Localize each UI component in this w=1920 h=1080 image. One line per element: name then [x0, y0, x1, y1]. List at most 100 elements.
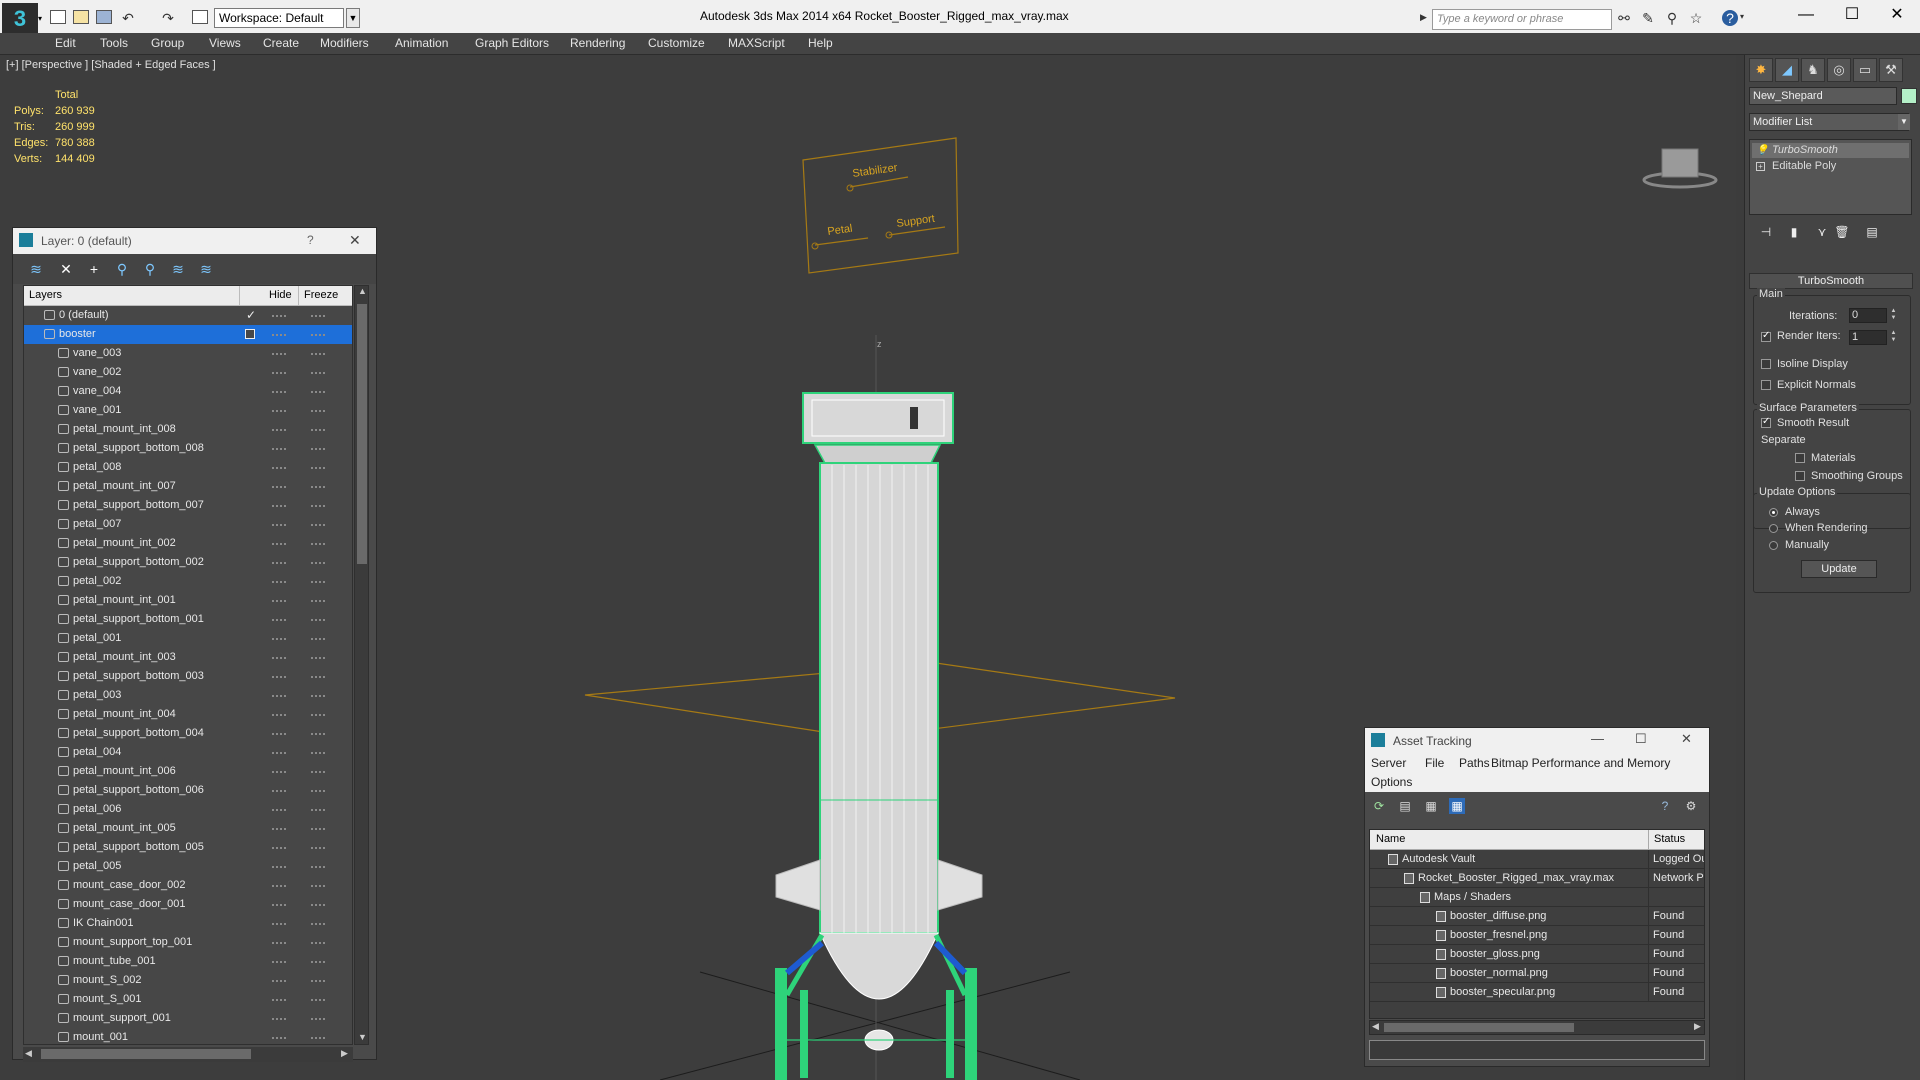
asset-help-icon[interactable]: ?	[1657, 798, 1673, 814]
display-tab-icon[interactable]: ▭	[1853, 58, 1877, 82]
scroll-right-icon[interactable]: ▶	[1694, 1021, 1701, 1032]
hide-toggle[interactable]	[272, 923, 286, 925]
asset-menu-server[interactable]: Server	[1371, 756, 1406, 770]
app-menu-arrow-icon[interactable]: ▾	[38, 14, 42, 23]
asset-scroll-thumb[interactable]	[1384, 1023, 1574, 1032]
object-color-swatch[interactable]	[1901, 88, 1917, 104]
hide-toggle[interactable]	[272, 448, 286, 450]
asset-row[interactable]: booster_normal.png Found	[1370, 964, 1704, 983]
scroll-down-icon[interactable]: ▼	[358, 1032, 367, 1042]
layer-hscroll-thumb[interactable]	[41, 1049, 251, 1059]
layer-row[interactable]: petal_007	[24, 515, 352, 534]
pin-stack-icon[interactable]: ⊣	[1755, 223, 1777, 241]
table-view-icon[interactable]: ▦	[1449, 798, 1465, 814]
remove-modifier-icon[interactable]: 🗑	[1831, 223, 1853, 241]
freeze-toggle[interactable]	[311, 752, 325, 754]
save-file-icon[interactable]	[96, 10, 112, 24]
hide-toggle[interactable]	[272, 524, 286, 526]
layer-row[interactable]: petal_mount_int_001	[24, 591, 352, 610]
layer-row[interactable]: petal_mount_int_008	[24, 420, 352, 439]
hide-toggle[interactable]	[272, 676, 286, 678]
column-hide[interactable]: Hide	[269, 289, 292, 301]
menu-graph-editors[interactable]: Graph Editors	[475, 36, 549, 50]
freeze-toggle[interactable]	[311, 619, 325, 621]
delete-layer-icon[interactable]: ✕	[57, 260, 75, 278]
scroll-right-icon[interactable]: ▶	[341, 1048, 348, 1059]
freeze-toggle[interactable]	[311, 809, 325, 811]
help-dropdown-icon[interactable]: ▾	[1740, 12, 1744, 21]
menu-help[interactable]: Help	[808, 36, 833, 50]
layer-row[interactable]: petal_mount_int_002	[24, 534, 352, 553]
hide-toggle[interactable]	[272, 391, 286, 393]
freeze-all-layers-icon[interactable]: ≋	[197, 260, 215, 278]
freeze-toggle[interactable]	[311, 562, 325, 564]
freeze-toggle[interactable]	[311, 676, 325, 678]
minimize-button[interactable]: —	[1783, 0, 1829, 32]
freeze-toggle[interactable]	[311, 980, 325, 982]
search-input[interactable]: Type a keyword or phrase	[1432, 9, 1612, 30]
materials-checkbox[interactable]	[1795, 453, 1805, 463]
layer-row[interactable]: petal_mount_int_004	[24, 705, 352, 724]
hide-toggle[interactable]	[272, 999, 286, 1001]
freeze-toggle[interactable]	[311, 733, 325, 735]
freeze-toggle[interactable]	[311, 353, 325, 355]
freeze-toggle[interactable]	[311, 600, 325, 602]
hide-toggle[interactable]	[272, 790, 286, 792]
column-name[interactable]: Name	[1376, 833, 1405, 845]
layer-dialog-titlebar[interactable]: Layer: 0 (default) ? ✕	[13, 228, 376, 254]
menu-edit[interactable]: Edit	[55, 36, 76, 50]
column-freeze[interactable]: Freeze	[304, 289, 338, 301]
create-tab-icon[interactable]: ✸	[1749, 58, 1773, 82]
layer-row[interactable]: mount_S_001	[24, 990, 352, 1009]
project-folder-icon[interactable]	[192, 10, 208, 24]
hide-toggle[interactable]	[272, 410, 286, 412]
freeze-toggle[interactable]	[311, 771, 325, 773]
freeze-toggle[interactable]	[311, 372, 325, 374]
layer-list[interactable]: Layers Hide Freeze 0 (default) ✓ booster va…	[23, 285, 353, 1045]
layer-row[interactable]: petal_support_bottom_001	[24, 610, 352, 629]
asset-row[interactable]: Rocket_Booster_Rigged_max_vray.max Networ…	[1370, 869, 1704, 888]
modifier-list-dropdown[interactable]: Modifier List ▼	[1749, 113, 1910, 131]
layer-row[interactable]: vane_001	[24, 401, 352, 420]
update-button[interactable]: Update	[1801, 560, 1877, 578]
layer-row[interactable]: vane_002	[24, 363, 352, 382]
layer-scroll-thumb[interactable]	[357, 304, 367, 564]
maximize-button[interactable]: ☐	[1829, 0, 1875, 32]
freeze-toggle[interactable]	[311, 486, 325, 488]
hide-toggle[interactable]	[272, 695, 286, 697]
spinner-arrows-icon[interactable]: ▲ ▼	[1889, 330, 1898, 345]
asset-row[interactable]: booster_specular.png Found	[1370, 983, 1704, 1002]
redo-icon[interactable]: ↷	[160, 10, 176, 26]
make-unique-icon[interactable]: ⋎	[1811, 223, 1833, 241]
asset-row[interactable]: booster_fresnel.png Found	[1370, 926, 1704, 945]
workspace-select[interactable]: Workspace: Default	[214, 8, 344, 28]
asset-row[interactable]: booster_gloss.png Found	[1370, 945, 1704, 964]
undo-icon[interactable]: ↶	[120, 10, 136, 26]
help-icon[interactable]: ?	[1722, 10, 1738, 26]
freeze-toggle[interactable]	[311, 581, 325, 583]
close-button[interactable]: ✕	[1874, 0, 1920, 32]
search-expand-icon[interactable]: ▶	[1420, 12, 1427, 23]
hide-toggle[interactable]	[272, 543, 286, 545]
freeze-toggle[interactable]	[311, 999, 325, 1001]
stack-item-turbosmooth[interactable]: 💡 TurboSmooth	[1752, 143, 1909, 158]
freeze-toggle[interactable]	[311, 942, 325, 944]
layer-row[interactable]: petal_mount_int_006	[24, 762, 352, 781]
hide-toggle[interactable]	[272, 638, 286, 640]
hide-toggle[interactable]	[272, 657, 286, 659]
hide-toggle[interactable]	[272, 942, 286, 944]
chevron-down-icon[interactable]: ▼	[1898, 114, 1910, 130]
hide-toggle[interactable]	[272, 733, 286, 735]
isoline-display-checkbox[interactable]	[1761, 359, 1771, 369]
menu-views[interactable]: Views	[209, 36, 241, 50]
when-rendering-radio[interactable]	[1769, 524, 1778, 533]
hide-toggle[interactable]	[272, 809, 286, 811]
current-layer-check-icon[interactable]: ✓	[246, 308, 256, 322]
asset-close-button[interactable]: ✕	[1681, 731, 1692, 747]
layer-row[interactable]: petal_support_bottom_002	[24, 553, 352, 572]
hierarchy-tab-icon[interactable]: ♞	[1801, 58, 1825, 82]
freeze-toggle[interactable]	[311, 695, 325, 697]
hide-toggle[interactable]	[272, 828, 286, 830]
asset-minimize-button[interactable]: —	[1591, 731, 1604, 746]
layer-row[interactable]: petal_005	[24, 857, 352, 876]
